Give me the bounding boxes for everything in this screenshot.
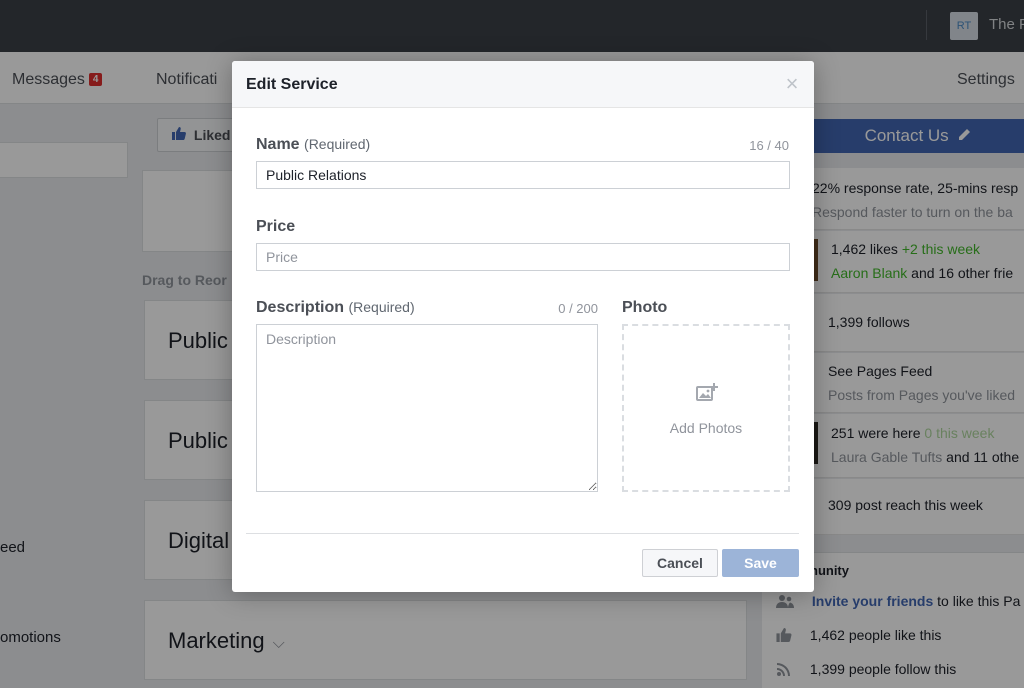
photo-field-label: Photo <box>622 299 668 316</box>
description-required-text: (Required) <box>348 299 415 315</box>
name-label-text: Name <box>256 136 300 153</box>
dialog-title: Edit Service <box>246 76 338 93</box>
description-char-counter: 0 / 200 <box>558 301 598 316</box>
save-button[interactable]: Save <box>722 549 799 577</box>
name-input[interactable] <box>256 161 790 189</box>
dialog-header: Edit Service × <box>232 61 814 108</box>
dialog-footer-divider <box>246 533 799 534</box>
description-label-text: Description <box>256 299 345 316</box>
name-required-text: (Required) <box>304 136 371 152</box>
price-input[interactable] <box>256 243 790 271</box>
close-icon[interactable]: × <box>782 73 802 95</box>
add-photos-dropzone[interactable]: Add Photos <box>622 324 790 492</box>
edit-service-dialog: Edit Service × Name (Required) 16 / 40 P… <box>232 61 814 592</box>
add-photo-icon <box>696 383 718 403</box>
price-field-label: Price <box>256 218 296 235</box>
description-textarea[interactable] <box>256 324 598 492</box>
description-field-label: Description (Required) <box>256 299 415 317</box>
name-field-label: Name (Required) <box>256 136 370 154</box>
name-char-counter: 16 / 40 <box>749 138 789 153</box>
add-photos-label: Add Photos <box>669 420 743 436</box>
cancel-button[interactable]: Cancel <box>642 549 718 577</box>
